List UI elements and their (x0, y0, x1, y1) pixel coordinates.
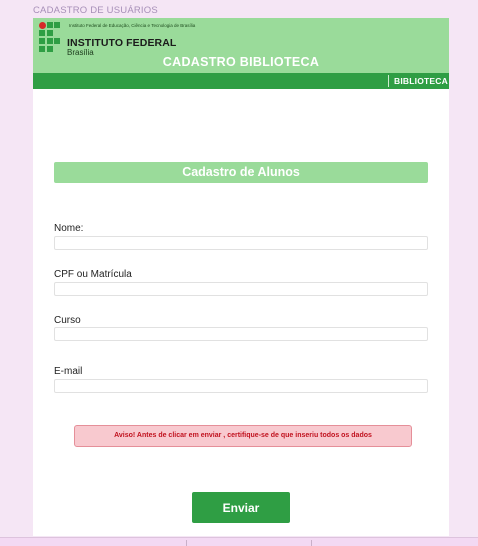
name-input[interactable] (54, 236, 428, 250)
if-logo-grid-icon (39, 22, 60, 52)
course-input[interactable] (54, 327, 428, 341)
course-label: Curso (54, 315, 81, 326)
institution-full-name: Instituto Federal de Educação, Ciência e… (69, 23, 196, 28)
form-card: Instituto Federal de Educação, Ciência e… (33, 18, 449, 536)
nav-link-biblioteca[interactable]: BIBLIOTECA (394, 76, 448, 86)
header: Instituto Federal de Educação, Ciência e… (33, 18, 449, 73)
page-label: CADASTRO DE USUÁRIOS (33, 5, 158, 16)
email-input[interactable] (54, 379, 428, 393)
header-title: CADASTRO BIBLIOTECA (162, 55, 320, 69)
nav-bar: BIBLIOTECA (33, 73, 449, 89)
email-label: E-mail (54, 366, 83, 377)
section-title: Cadastro de Alunos (54, 162, 428, 183)
warning-alert: Aviso! Antes de clicar em enviar , certi… (74, 425, 412, 447)
name-label: Nome: (54, 223, 84, 234)
cpf-label: CPF ou Matrícula (54, 269, 132, 280)
nav-divider (388, 75, 389, 87)
cpf-input[interactable] (54, 282, 428, 296)
submit-button[interactable]: Enviar (192, 492, 290, 523)
